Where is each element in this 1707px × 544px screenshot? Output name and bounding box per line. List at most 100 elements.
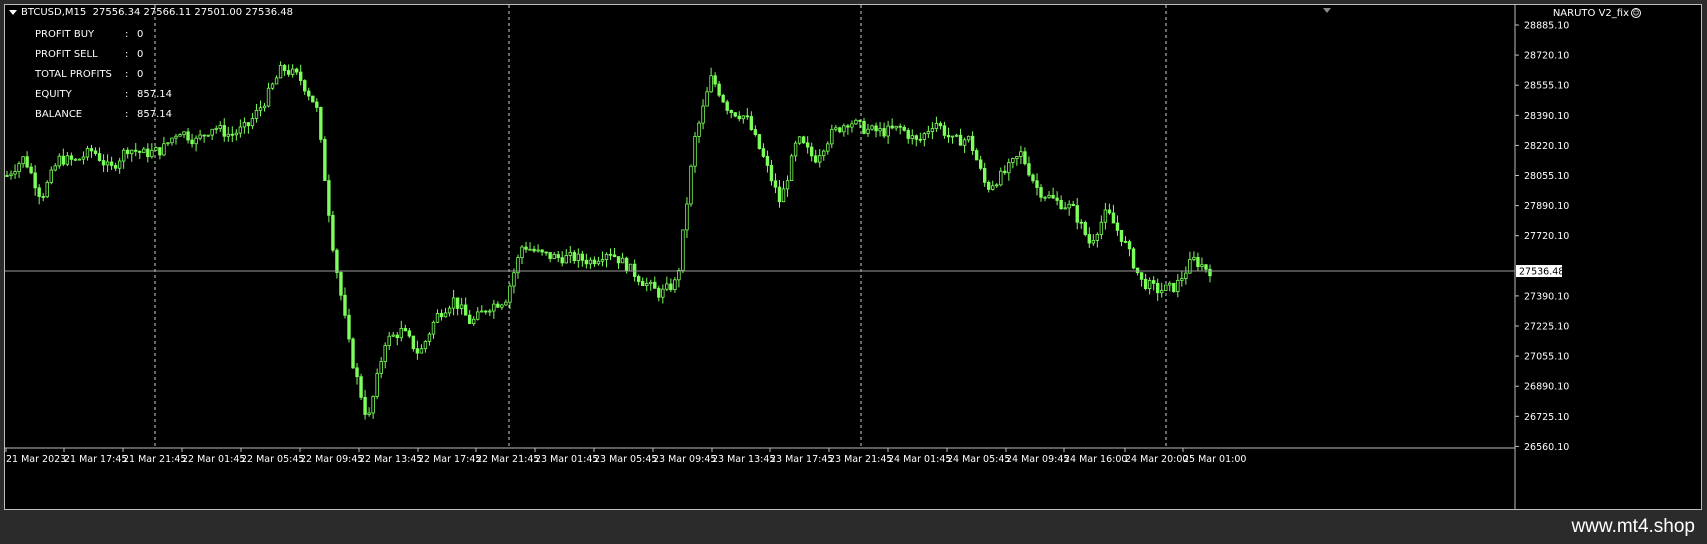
chart-window[interactable]: 28885.10 28720.10 28555.10 28390.10 28220.10… bbox=[4, 4, 1702, 510]
price-tick-label: 26560.10 bbox=[1524, 442, 1569, 453]
candle-body bbox=[375, 373, 379, 397]
dropdown-triangle-icon[interactable] bbox=[9, 9, 17, 15]
time-tick-label: 23 Mar 13:45 bbox=[712, 454, 775, 465]
candle-body bbox=[830, 128, 834, 145]
info-value: 0 bbox=[137, 29, 144, 40]
candle-body bbox=[439, 312, 444, 318]
candle-body bbox=[822, 150, 826, 157]
candle-body bbox=[202, 134, 206, 137]
info-label: BALANCE bbox=[35, 109, 83, 120]
candle-body bbox=[854, 119, 858, 125]
candle-body bbox=[37, 187, 41, 197]
candle-body bbox=[431, 321, 436, 335]
candle-body bbox=[230, 133, 235, 136]
candle-body bbox=[85, 148, 90, 158]
shift-marker-icon[interactable] bbox=[1323, 8, 1331, 13]
time-tick-label: 22 Mar 13:45 bbox=[359, 454, 422, 465]
candle-body bbox=[785, 180, 790, 190]
candle-body bbox=[379, 361, 383, 374]
expert-name: NARUTO V2_fix bbox=[1552, 8, 1629, 19]
candle-body bbox=[608, 253, 613, 256]
candle-body bbox=[846, 125, 850, 128]
candle-body bbox=[580, 253, 585, 261]
candle-body bbox=[757, 134, 762, 150]
candle-body bbox=[999, 170, 1003, 186]
candle-body bbox=[1139, 272, 1144, 280]
candle-body bbox=[552, 254, 556, 259]
candle-body bbox=[1099, 221, 1104, 235]
candle-body bbox=[1075, 205, 1079, 223]
candle-body bbox=[749, 116, 754, 131]
candle-body bbox=[520, 246, 524, 258]
candle-body bbox=[1160, 290, 1164, 294]
candle-body bbox=[455, 297, 460, 309]
price-tick-label: 27890.10 bbox=[1524, 201, 1569, 212]
candle-body bbox=[1204, 264, 1208, 270]
candle-body bbox=[109, 161, 114, 166]
candle-body bbox=[363, 396, 367, 415]
candle-body bbox=[210, 128, 214, 136]
candle-body bbox=[934, 123, 939, 129]
price-tick-label: 26890.10 bbox=[1524, 382, 1569, 393]
bottom-strip bbox=[0, 510, 1707, 544]
candle-body bbox=[411, 335, 416, 350]
candle-body bbox=[242, 122, 247, 128]
candle-body bbox=[89, 148, 94, 152]
candle-body bbox=[278, 65, 283, 79]
candle-body bbox=[395, 334, 399, 339]
candle-body bbox=[818, 155, 822, 163]
candle-body bbox=[588, 259, 593, 265]
candle-body bbox=[568, 252, 572, 256]
candle-body bbox=[649, 281, 653, 284]
candle-body bbox=[186, 131, 190, 141]
candle-body bbox=[693, 136, 697, 167]
candle-body bbox=[914, 135, 918, 140]
chart-ohlc: 27556.34 27566.11 27501.00 27536.48 bbox=[92, 7, 294, 18]
candle-body bbox=[1031, 174, 1035, 182]
candle-body bbox=[13, 171, 17, 175]
candle-body bbox=[170, 137, 174, 144]
candle-body bbox=[21, 156, 25, 165]
candle-body bbox=[1003, 170, 1007, 174]
expert-advisor-label[interactable]: NARUTO V2_fix ☺ bbox=[1553, 8, 1641, 19]
candle-body bbox=[958, 134, 963, 146]
candle-body bbox=[918, 138, 923, 141]
candle-body bbox=[1208, 268, 1212, 277]
candle-body bbox=[761, 148, 766, 157]
candle-body bbox=[966, 135, 971, 141]
candle-body bbox=[29, 166, 33, 174]
candle-body bbox=[113, 165, 118, 169]
price-tick-label: 28055.10 bbox=[1524, 171, 1569, 182]
candle-body bbox=[286, 70, 291, 75]
candle-body bbox=[57, 155, 62, 167]
candle-body bbox=[117, 160, 122, 169]
candle-body bbox=[1059, 200, 1063, 210]
candle-body bbox=[604, 253, 609, 260]
candle-body bbox=[1103, 209, 1108, 223]
candle-body bbox=[564, 255, 568, 264]
candle-body bbox=[427, 333, 432, 342]
candle-body bbox=[1123, 241, 1128, 243]
smiley-icon[interactable]: ☺ bbox=[1631, 8, 1641, 18]
candle-body bbox=[1083, 222, 1087, 235]
candle-body bbox=[946, 134, 951, 138]
time-tick-label: 24 Mar 09:45 bbox=[1006, 454, 1069, 465]
info-value: 857.14 bbox=[137, 89, 172, 100]
candle-body bbox=[391, 334, 395, 337]
candle-body bbox=[991, 185, 995, 190]
candle-body bbox=[1091, 240, 1096, 244]
candle-body bbox=[886, 125, 890, 137]
price-chart[interactable]: 28885.10 28720.10 28555.10 28390.10 28220.10… bbox=[5, 5, 1702, 510]
candle-body bbox=[1200, 264, 1204, 267]
price-tick-label: 27720.10 bbox=[1524, 231, 1569, 242]
time-tick-label: 25 Mar 01:00 bbox=[1183, 454, 1246, 465]
candle-body bbox=[315, 101, 319, 108]
candle-body bbox=[628, 263, 633, 272]
time-tick-label: 23 Mar 09:45 bbox=[653, 454, 716, 465]
candle-body bbox=[556, 254, 560, 259]
candle-body bbox=[367, 412, 371, 415]
info-row-profit-sell: PROFIT SELL:0 bbox=[35, 49, 172, 69]
candle-body bbox=[307, 90, 311, 97]
candle-body bbox=[1115, 222, 1120, 231]
candle-body bbox=[950, 135, 955, 138]
